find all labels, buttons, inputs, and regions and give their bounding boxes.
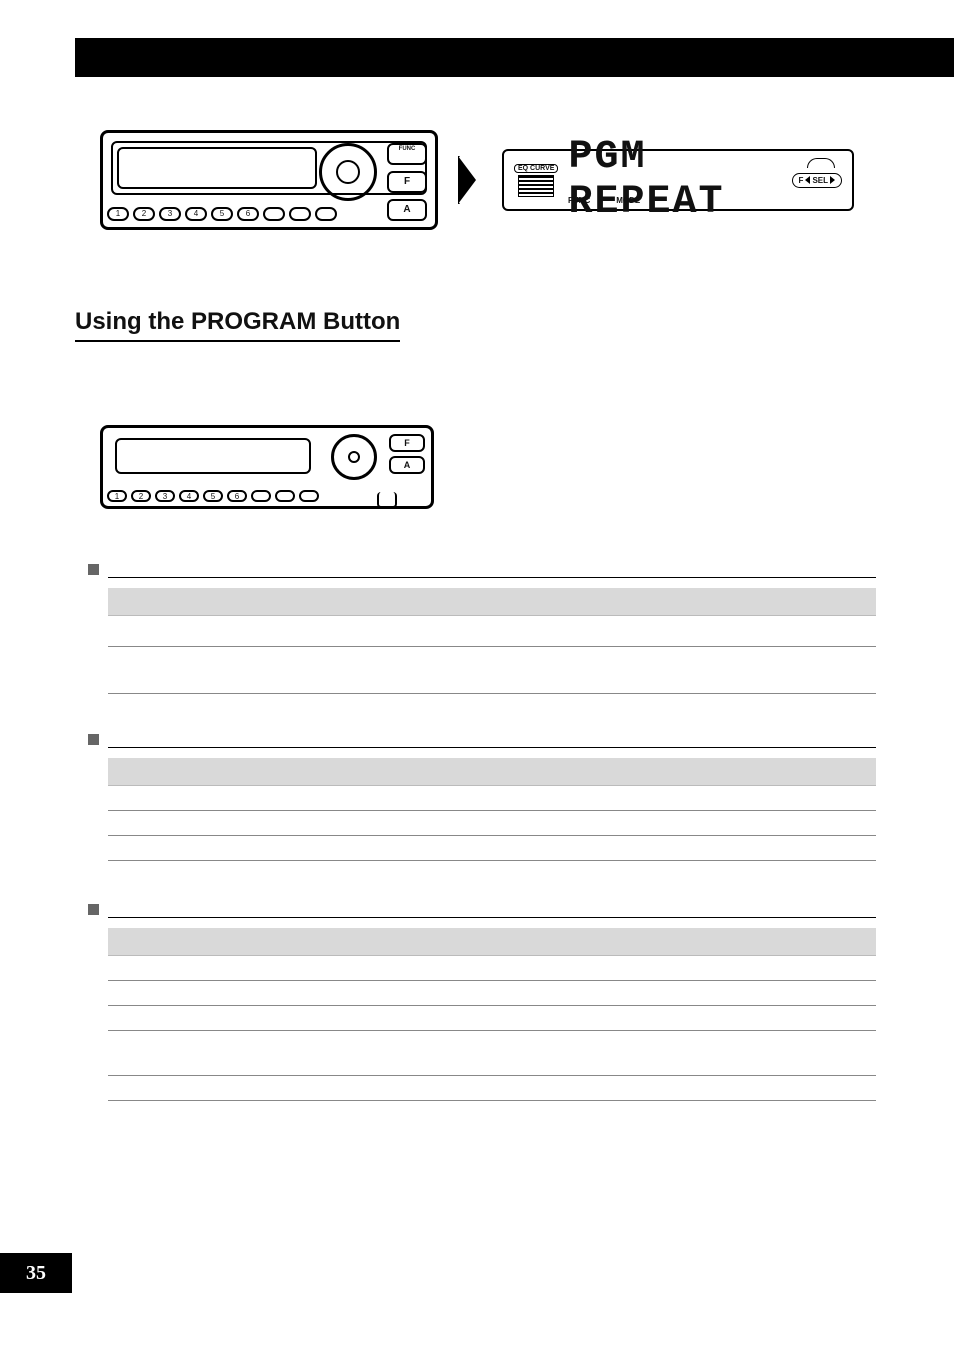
preset-4-s: 4	[179, 490, 199, 502]
func-label: FUNC	[568, 196, 590, 205]
arrow-right-icon	[456, 152, 484, 208]
device-lcd-small	[115, 438, 311, 474]
table-header-row	[108, 588, 876, 616]
device-illustration-small: F A 1 2 3 4 5 6	[100, 425, 434, 509]
sel-left: F	[799, 176, 804, 185]
diagram-row: FUNC F A 1 2 3 4 5 6 EQ CURVE PGM REPEAT…	[100, 130, 854, 230]
preset-1: 1	[107, 207, 129, 221]
table-rule	[108, 1075, 876, 1076]
side-btn-func-label: FUNC	[387, 143, 427, 165]
preset-5-s: 5	[203, 490, 223, 502]
table-headline-1	[108, 562, 876, 578]
table-header-row	[108, 928, 876, 956]
sel-chip: F SEL	[792, 173, 842, 188]
eq-curve-icon: EQ CURVE	[514, 164, 558, 197]
bullet-icon	[88, 734, 99, 745]
side-button-stack-small: F A	[389, 434, 425, 478]
header-bar	[75, 38, 954, 77]
preset-blank-1	[263, 207, 285, 221]
eq-bars-icon	[518, 175, 554, 197]
preset-b2-s	[275, 490, 295, 502]
lcd-text: PGM REPEAT	[568, 135, 781, 225]
rotary-dial-icon	[319, 143, 377, 201]
table-rule	[108, 810, 876, 811]
mode-label: MODE	[616, 196, 640, 205]
page-number: 35	[0, 1253, 72, 1293]
preset-6: 6	[237, 207, 259, 221]
preset-blank-2	[289, 207, 311, 221]
side-btn-f: F	[387, 171, 427, 193]
table-header-row	[108, 758, 876, 786]
table-section-3	[108, 902, 876, 1101]
device-lcd	[117, 147, 317, 189]
table-rule	[108, 646, 876, 647]
eq-curve-label: EQ CURVE	[514, 164, 558, 173]
table-rule	[108, 835, 876, 836]
rotary-dial-small-icon	[331, 434, 377, 480]
table-rule	[108, 693, 876, 694]
table-rule	[108, 1005, 876, 1006]
table-rule	[108, 1100, 876, 1101]
lcd-closeup: EQ CURVE PGM REPEAT F SEL FUNC MODE	[502, 149, 854, 211]
table-rule	[108, 1030, 876, 1031]
preset-b3-s	[299, 490, 319, 502]
device-illustration-large: FUNC F A 1 2 3 4 5 6	[100, 130, 438, 230]
preset-3: 3	[159, 207, 181, 221]
side-btn-f-small: F	[389, 434, 425, 452]
preset-2: 2	[133, 207, 155, 221]
table-section-2	[108, 732, 876, 861]
table-headline-2	[108, 732, 876, 748]
preset-5: 5	[211, 207, 233, 221]
tri-right-icon	[830, 176, 835, 184]
preset-3-s: 3	[155, 490, 175, 502]
tri-left-icon	[805, 176, 810, 184]
preset-blank-3	[315, 207, 337, 221]
table-rule	[108, 860, 876, 861]
bullet-icon	[88, 904, 99, 915]
preset-4: 4	[185, 207, 207, 221]
lcd-sub-row: FUNC MODE	[568, 196, 640, 205]
table-rule	[108, 980, 876, 981]
pgm-button-callout-icon	[377, 492, 397, 508]
loop-icon	[807, 158, 835, 168]
preset-2-s: 2	[131, 490, 151, 502]
sel-mid: SEL	[812, 176, 828, 185]
table-headline-3	[108, 902, 876, 918]
preset-6-s: 6	[227, 490, 247, 502]
preset-button-row: 1 2 3 4 5 6	[107, 207, 431, 221]
side-btn-a-small: A	[389, 456, 425, 474]
bullet-icon	[88, 564, 99, 575]
table-section-1	[108, 562, 876, 694]
preset-1-s: 1	[107, 490, 127, 502]
section-heading: Using the PROGRAM Button	[75, 308, 400, 342]
preset-b1-s	[251, 490, 271, 502]
